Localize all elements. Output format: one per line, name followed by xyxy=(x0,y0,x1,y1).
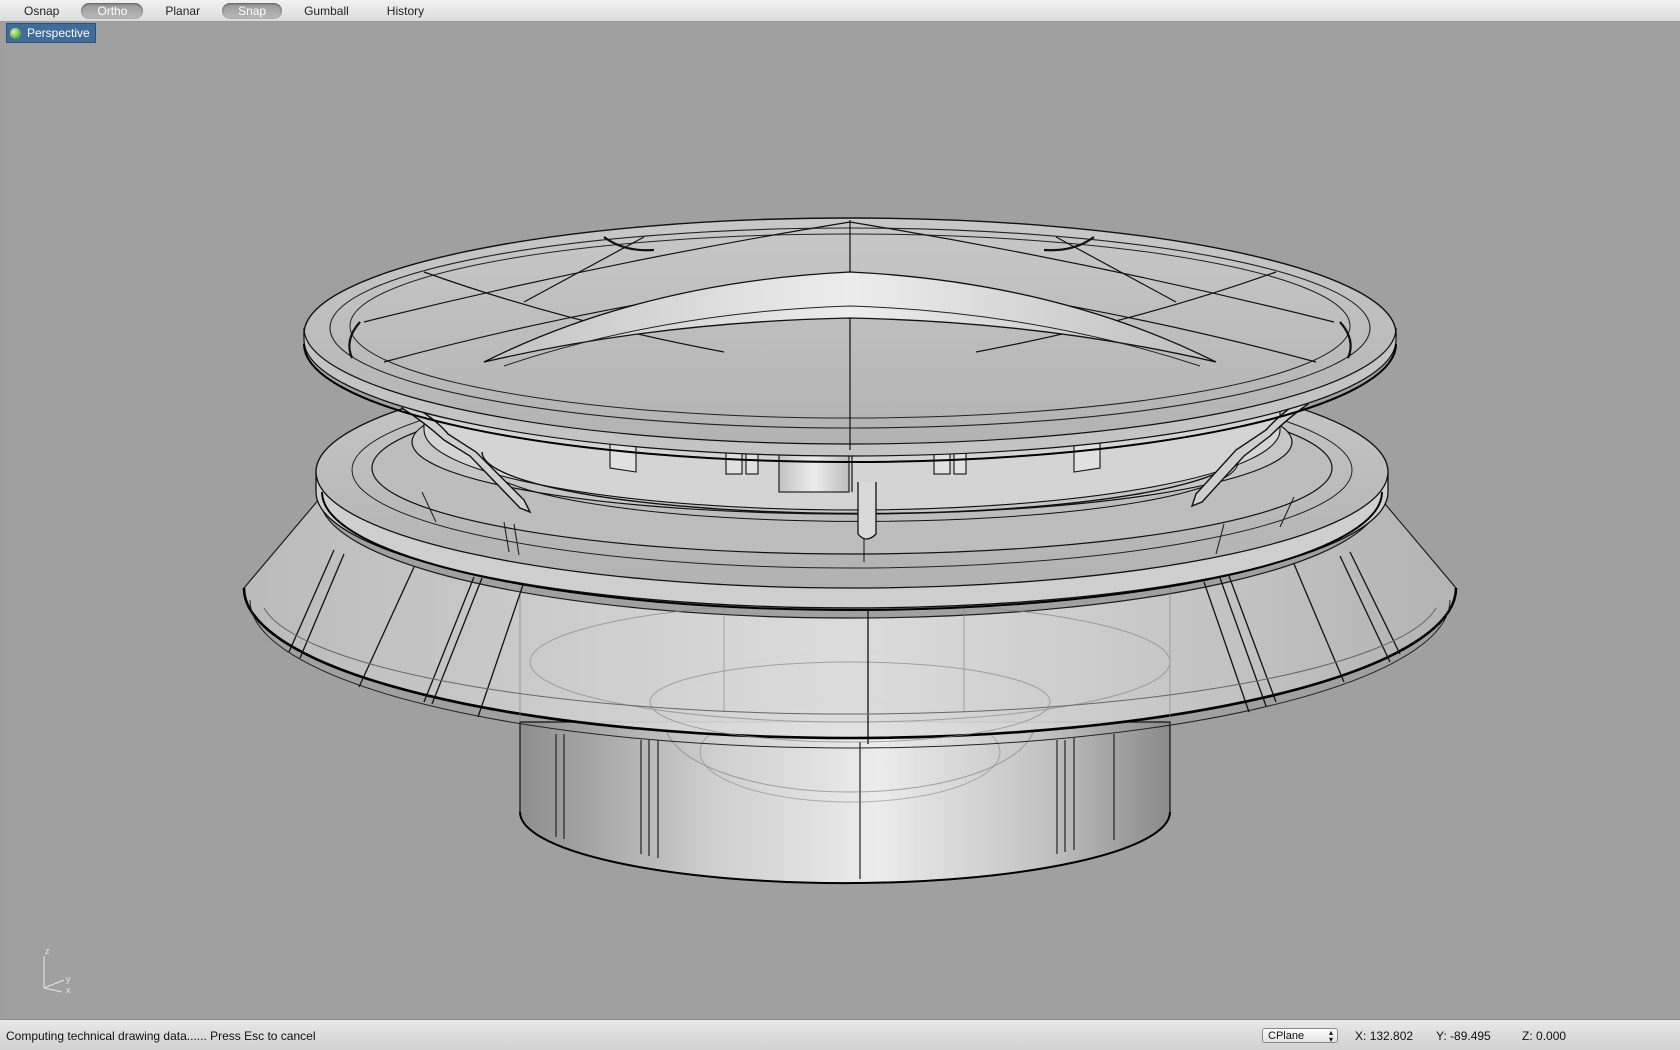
z-coordinate: Z: 0.000 xyxy=(1522,1029,1567,1043)
planar-toggle[interactable]: Planar xyxy=(149,3,216,19)
select-arrows-icon: ▴ ▾ xyxy=(1328,1027,1333,1044)
osnap-toggle[interactable]: Osnap xyxy=(8,3,75,19)
perspective-viewport[interactable]: Perspective z y x xyxy=(4,22,1680,1019)
snap-toggle[interactable]: Snap xyxy=(222,2,283,19)
status-bar: Computing technical drawing data...... P… xyxy=(0,1019,1680,1050)
gumball-toggle[interactable]: Gumball xyxy=(288,3,365,19)
base-cylinder xyxy=(519,721,1171,884)
toggle-toolbar: Osnap Ortho Planar Snap Gumball History xyxy=(0,0,1680,22)
y-coordinate: Y: -89.495 xyxy=(1436,1029,1491,1043)
world-axis-icon: z y x xyxy=(36,946,86,1000)
status-message: Computing technical drawing data...... P… xyxy=(6,1029,316,1043)
rhino-window: Osnap Ortho Planar Snap Gumball History xyxy=(0,0,1680,1050)
x-coordinate: X: 132.802 xyxy=(1355,1029,1414,1043)
ortho-toggle[interactable]: Ortho xyxy=(81,2,144,19)
history-toggle[interactable]: History xyxy=(371,3,440,19)
viewport-title-tab[interactable]: Perspective xyxy=(6,23,96,43)
cplane-select[interactable]: CPlane ▴ ▾ xyxy=(1262,1028,1338,1043)
viewport-title: Perspective xyxy=(27,26,90,40)
axis-z-label: z xyxy=(45,946,50,956)
axis-y-label: y xyxy=(66,974,71,984)
axis-x-label: x xyxy=(66,985,71,995)
3d-model-render[interactable] xyxy=(4,22,1680,1019)
viewport-status-icon xyxy=(10,27,21,39)
